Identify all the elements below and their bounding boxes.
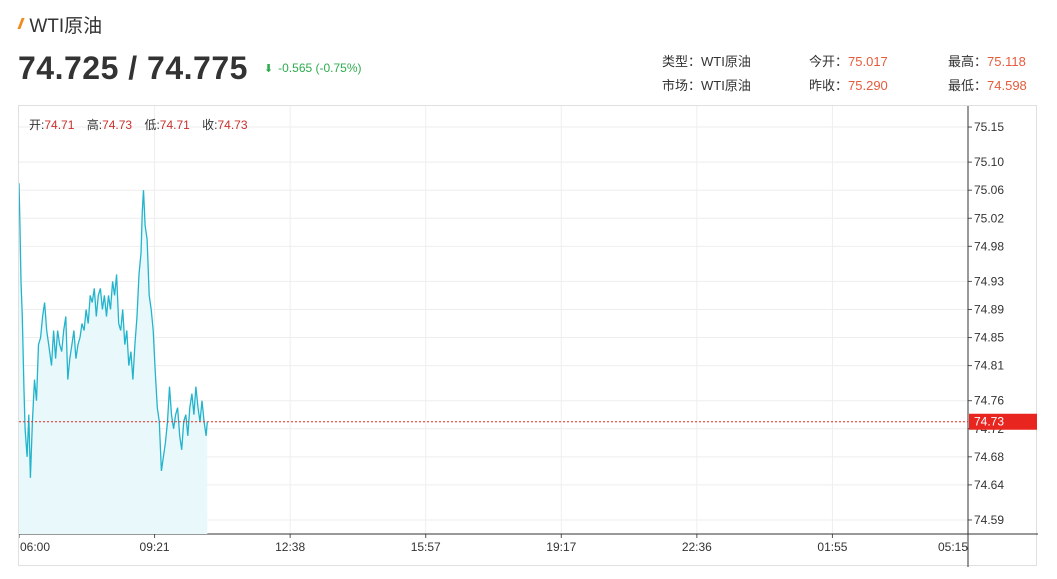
y-tick-label: 74.59: [974, 513, 1004, 527]
title-row: // WTI原油: [18, 12, 103, 37]
current-price-label: 74.73: [974, 415, 1004, 429]
arrow-down-icon: ⬇: [263, 62, 274, 75]
ohlc-open-value: 74.71: [44, 118, 75, 132]
x-tick-label: 19:17: [546, 540, 576, 554]
type-label: 类型：: [662, 54, 702, 69]
x-tick-label: 06:00: [20, 540, 50, 554]
ohlc-close-value: 74.73: [217, 118, 248, 132]
double-slash-icon: //: [18, 15, 24, 33]
y-tick-label: 75.02: [974, 211, 1004, 225]
x-tick-label: 05:15: [938, 540, 968, 554]
x-tick-label: 12:38: [275, 540, 305, 554]
ohlc-open-label: 开:: [29, 118, 45, 132]
ohlc-close-label: 收:: [202, 118, 218, 132]
y-tick-label: 74.76: [974, 394, 1004, 408]
prev-close-value: 75.290: [848, 78, 888, 93]
y-tick-label: 75.15: [974, 120, 1004, 134]
prev-close-label: 昨收：: [809, 78, 849, 93]
ohlc-high-label: 高:: [86, 118, 103, 132]
y-tick-label: 74.68: [974, 450, 1004, 464]
high-label: 最高：: [948, 54, 988, 69]
y-tick-label: 74.98: [974, 239, 1004, 253]
high-value: 75.118: [987, 54, 1026, 69]
low-value: 74.598: [987, 78, 1027, 93]
ohlc-low-value: 74.71: [159, 118, 190, 132]
y-tick-label: 75.06: [974, 183, 1004, 197]
ohlc-low-label: 低:: [144, 118, 160, 132]
y-tick-label: 74.81: [974, 359, 1004, 373]
type-value: WTI原油: [701, 54, 751, 69]
x-tick-label: 15:57: [411, 540, 441, 554]
y-tick-label: 74.85: [974, 331, 1004, 345]
info-group-type: 类型：WTI原油 市场：WTI原油: [662, 50, 751, 98]
chart-container[interactable]: 75.15 75.10 75.06 75.02 74.98 74.93 74.89 74.85…: [18, 105, 1038, 567]
bid-ask-price: 74.725 / 74.775: [18, 49, 248, 86]
low-label: 最低：: [948, 78, 988, 93]
price-row: 74.725 / 74.775 ⬇ -0.565 (-0.75%): [18, 48, 362, 88]
market-label: 市场：: [662, 78, 702, 93]
market-value: WTI原油: [701, 78, 751, 93]
price-change: ⬇ -0.565 (-0.75%): [264, 61, 362, 75]
ohlc-high-value: 74.73: [102, 118, 133, 132]
ohlc-readout: 开:74.71 高:74.73 低:74.71 收:74.73: [29, 116, 257, 133]
open-label: 今开：: [809, 54, 849, 69]
x-tick-label: 22:36: [682, 540, 712, 554]
open-value: 75.017: [848, 54, 888, 69]
price-area-fill: [19, 183, 208, 534]
y-tick-label: 74.89: [974, 302, 1004, 316]
page-title: WTI原油: [29, 15, 103, 37]
info-group-open: 今开：75.017 昨收：75.290: [809, 50, 888, 98]
y-tick-label: 75.10: [974, 155, 1004, 169]
info-group-high: 最高：75.118 最低：74.598: [948, 50, 1027, 98]
x-tick-label: 01:55: [817, 540, 847, 554]
x-tick-label: 09:21: [140, 540, 170, 554]
price-change-text: -0.565 (-0.75%): [278, 61, 362, 75]
y-tick-label: 74.93: [974, 274, 1004, 288]
y-tick-label: 74.64: [974, 478, 1004, 492]
price-chart[interactable]: 75.15 75.10 75.06 75.02 74.98 74.93 74.89 74.85…: [19, 106, 1038, 567]
